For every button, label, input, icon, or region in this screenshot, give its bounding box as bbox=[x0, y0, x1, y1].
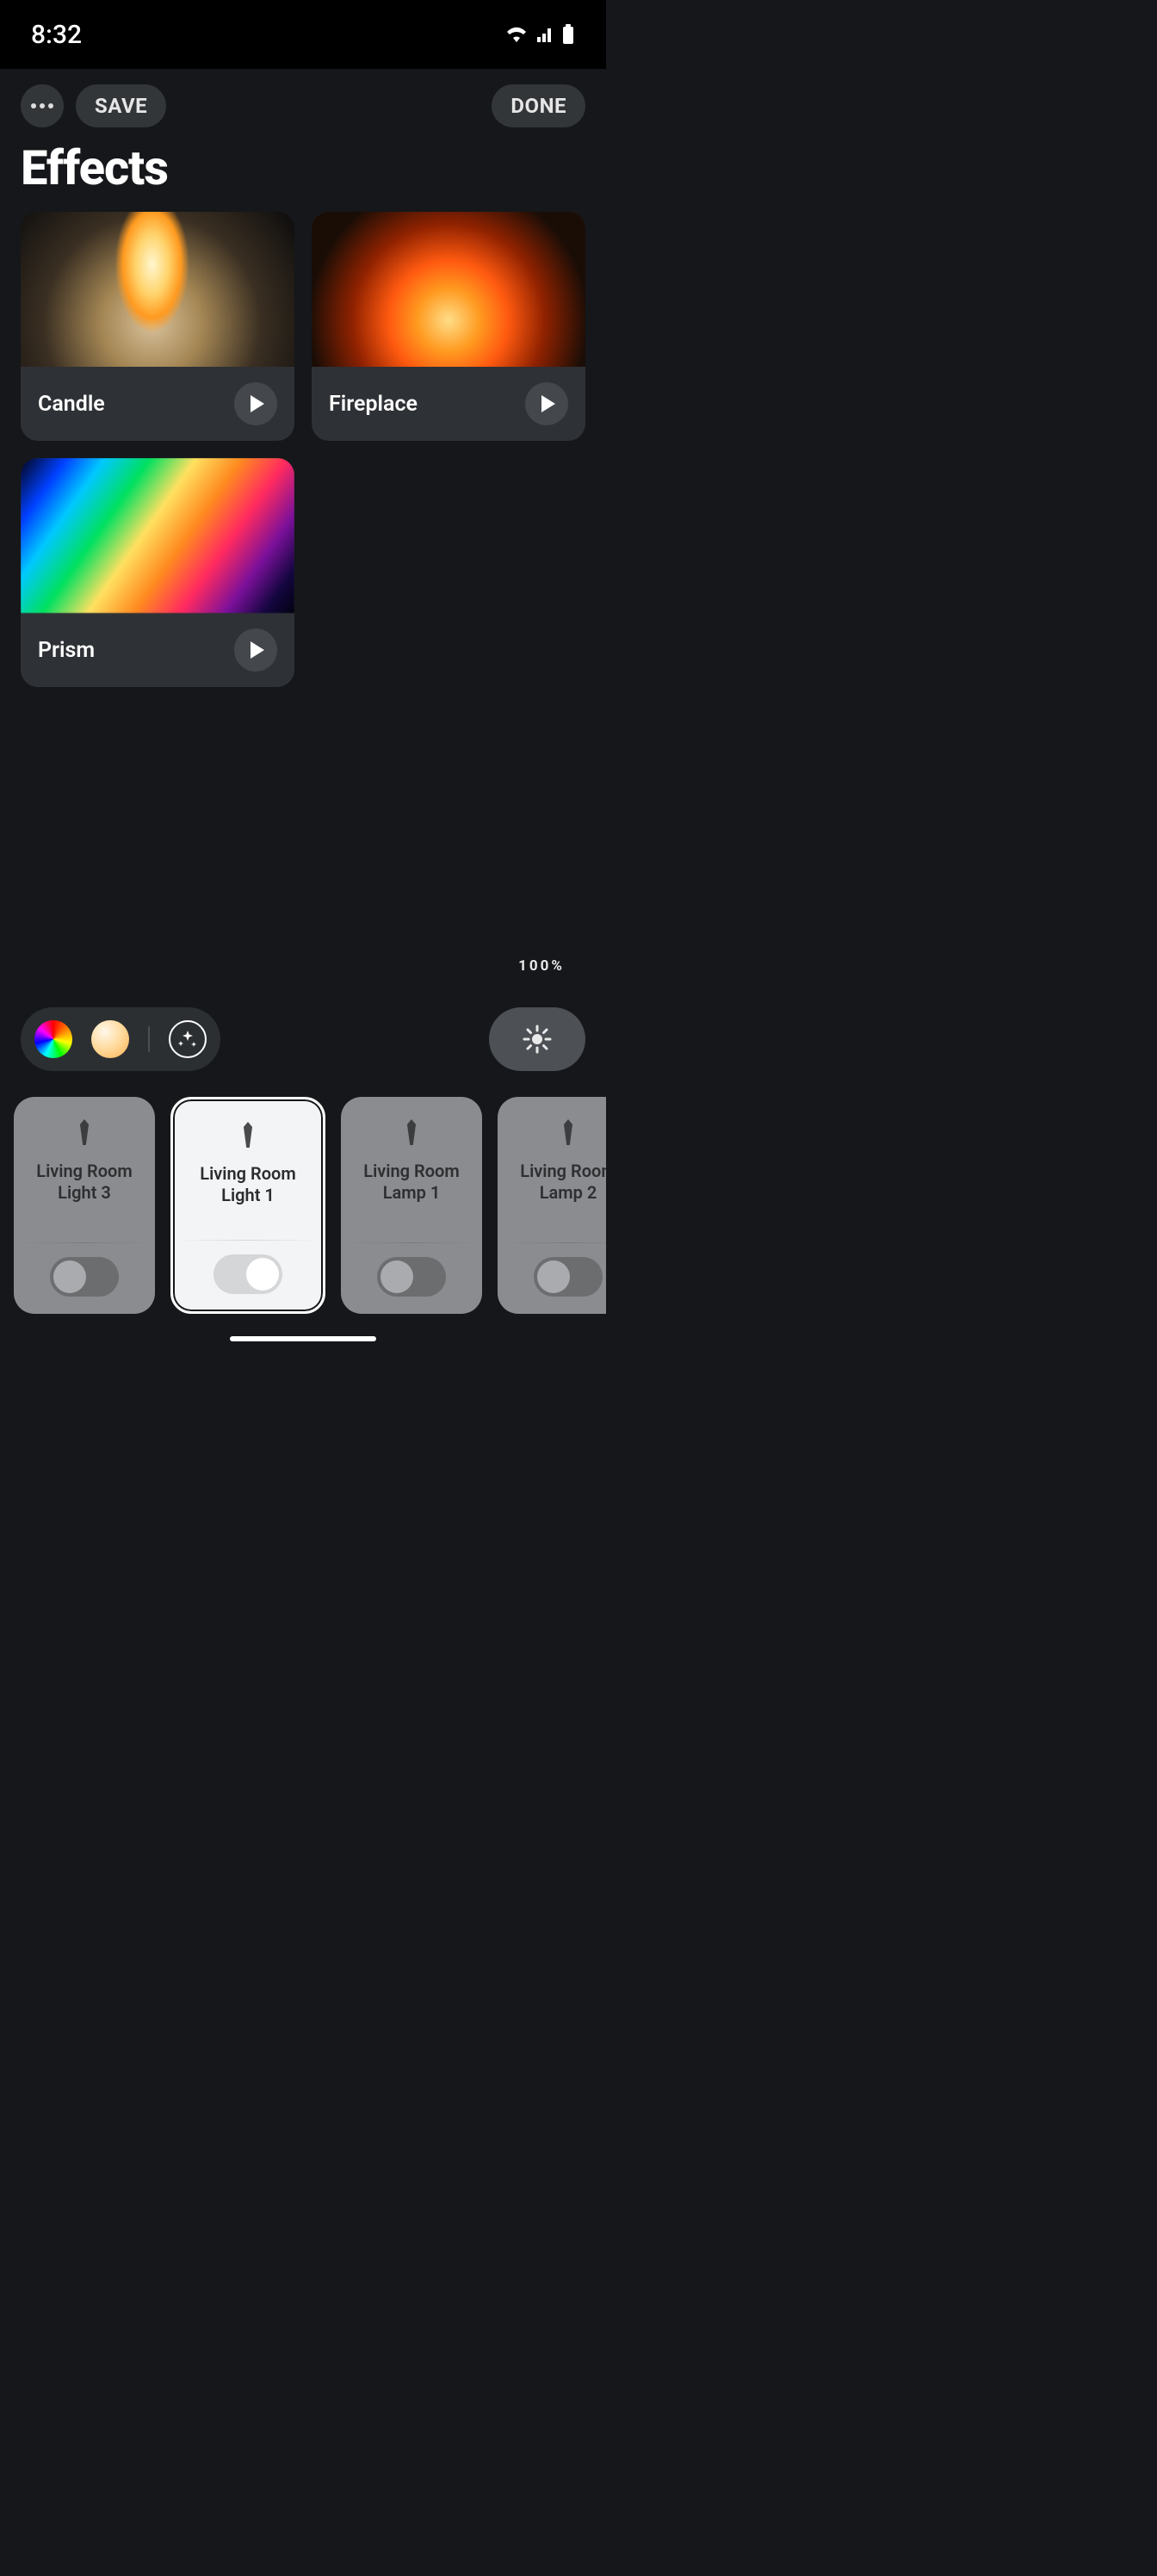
brightness-button[interactable] bbox=[489, 1007, 585, 1071]
effect-preview bbox=[21, 458, 294, 613]
play-icon bbox=[541, 395, 555, 412]
light-card-selected[interactable]: Living Room Light 1 bbox=[170, 1097, 325, 1314]
done-button[interactable]: DONE bbox=[492, 84, 585, 127]
status-icons bbox=[504, 23, 575, 46]
effect-card-candle[interactable]: Candle bbox=[21, 212, 294, 441]
light-card[interactable]: Living Room Lamp 1 bbox=[341, 1097, 482, 1314]
light-name: Living Room Light 3 bbox=[14, 1161, 155, 1204]
bulb-icon bbox=[404, 1119, 419, 1145]
effect-preview bbox=[312, 212, 585, 367]
mode-row bbox=[0, 1007, 606, 1071]
wifi-icon bbox=[504, 25, 529, 44]
effects-grid: Candle Fireplace Prism bbox=[0, 212, 606, 687]
light-name: Living Room Lamp 1 bbox=[341, 1161, 482, 1204]
effect-label: Fireplace bbox=[329, 392, 418, 417]
light-name: Living Room Light 1 bbox=[173, 1163, 323, 1206]
bulb-icon bbox=[560, 1119, 576, 1145]
home-indicator[interactable] bbox=[230, 1336, 376, 1341]
sparkle-icon bbox=[176, 1028, 199, 1050]
warm-white-icon[interactable] bbox=[91, 1020, 129, 1058]
light-card[interactable]: Living Room Lamp 2 bbox=[498, 1097, 606, 1314]
effect-card-fireplace[interactable]: Fireplace bbox=[312, 212, 585, 441]
play-icon bbox=[251, 641, 264, 659]
light-name: Living Room Lamp 2 bbox=[498, 1161, 606, 1204]
save-button[interactable]: SAVE bbox=[76, 84, 166, 127]
light-toggle[interactable] bbox=[377, 1257, 446, 1297]
color-mode-cluster bbox=[21, 1007, 220, 1071]
light-toggle[interactable] bbox=[50, 1257, 119, 1297]
bulb-icon bbox=[240, 1122, 256, 1148]
brightness-icon bbox=[523, 1025, 552, 1054]
battery-icon bbox=[561, 23, 575, 46]
effect-label: Prism bbox=[38, 638, 95, 663]
status-bar: 8:32 bbox=[0, 0, 606, 69]
lower-controls: 100% bbox=[0, 1007, 606, 1350]
effect-play-button[interactable] bbox=[234, 382, 277, 425]
page-title: Effects bbox=[0, 127, 606, 212]
more-button[interactable] bbox=[21, 84, 64, 127]
light-toggle[interactable] bbox=[213, 1254, 282, 1294]
status-time: 8:32 bbox=[31, 20, 82, 50]
light-toggle[interactable] bbox=[534, 1257, 603, 1297]
cellular-icon bbox=[535, 25, 554, 44]
save-label: SAVE bbox=[95, 94, 147, 118]
effect-label: Candle bbox=[38, 392, 105, 417]
effect-play-button[interactable] bbox=[234, 629, 277, 672]
color-wheel-icon[interactable] bbox=[34, 1020, 72, 1058]
play-icon bbox=[251, 395, 264, 412]
more-icon bbox=[31, 103, 53, 108]
effects-mode-button[interactable] bbox=[169, 1020, 207, 1058]
done-label: DONE bbox=[510, 94, 566, 118]
effect-play-button[interactable] bbox=[525, 382, 568, 425]
effect-card-prism[interactable]: Prism bbox=[21, 458, 294, 687]
light-strip[interactable]: Living Room Light 3 Living Room Light 1 … bbox=[0, 1097, 606, 1350]
divider bbox=[148, 1026, 150, 1052]
light-card[interactable]: Living Room Light 3 bbox=[14, 1097, 155, 1314]
brightness-percent: 100% bbox=[518, 957, 565, 975]
effect-preview bbox=[21, 212, 294, 367]
header-actions: SAVE DONE bbox=[0, 69, 606, 127]
bulb-icon bbox=[77, 1119, 92, 1145]
